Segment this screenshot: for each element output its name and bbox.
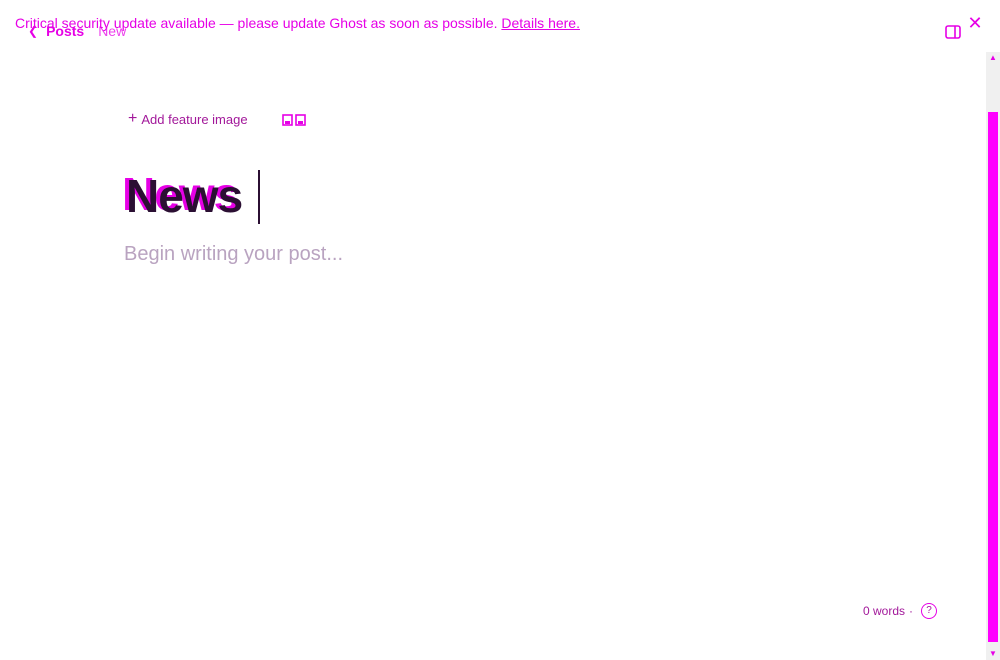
image-gallery-icon[interactable] (282, 113, 307, 127)
add-feature-image-button[interactable]: + Add feature image (128, 111, 248, 127)
plus-icon: + (128, 110, 138, 127)
text-caret (258, 170, 260, 224)
help-icon[interactable]: ? (921, 603, 938, 619)
scrollbar[interactable]: ▲ ▼ (986, 52, 1000, 660)
word-count: 0 words (863, 604, 906, 618)
add-feature-image-label: Add feature image (141, 111, 248, 127)
scroll-down-arrow-icon[interactable]: ▼ (986, 648, 1000, 660)
post-title[interactable]: News (126, 168, 243, 224)
scroll-up-arrow-icon[interactable]: ▲ (986, 52, 1000, 64)
sidebar-toggle-icon[interactable] (945, 25, 961, 39)
chevron-left-icon[interactable]: ❮ (28, 24, 38, 38)
posts-link[interactable]: Posts (46, 23, 84, 39)
scroll-thumb[interactable] (988, 112, 998, 642)
editor-footer: 0 words · ? (863, 603, 938, 619)
post-body-editor[interactable]: Begin writing your post... (124, 243, 343, 266)
banner-details-link[interactable]: Details here. (501, 15, 580, 31)
post-status: New (98, 23, 127, 39)
breadcrumb: ❮ Posts New (28, 23, 126, 39)
footer-separator: · (909, 604, 914, 618)
close-icon[interactable]: ✕ (965, 13, 985, 33)
